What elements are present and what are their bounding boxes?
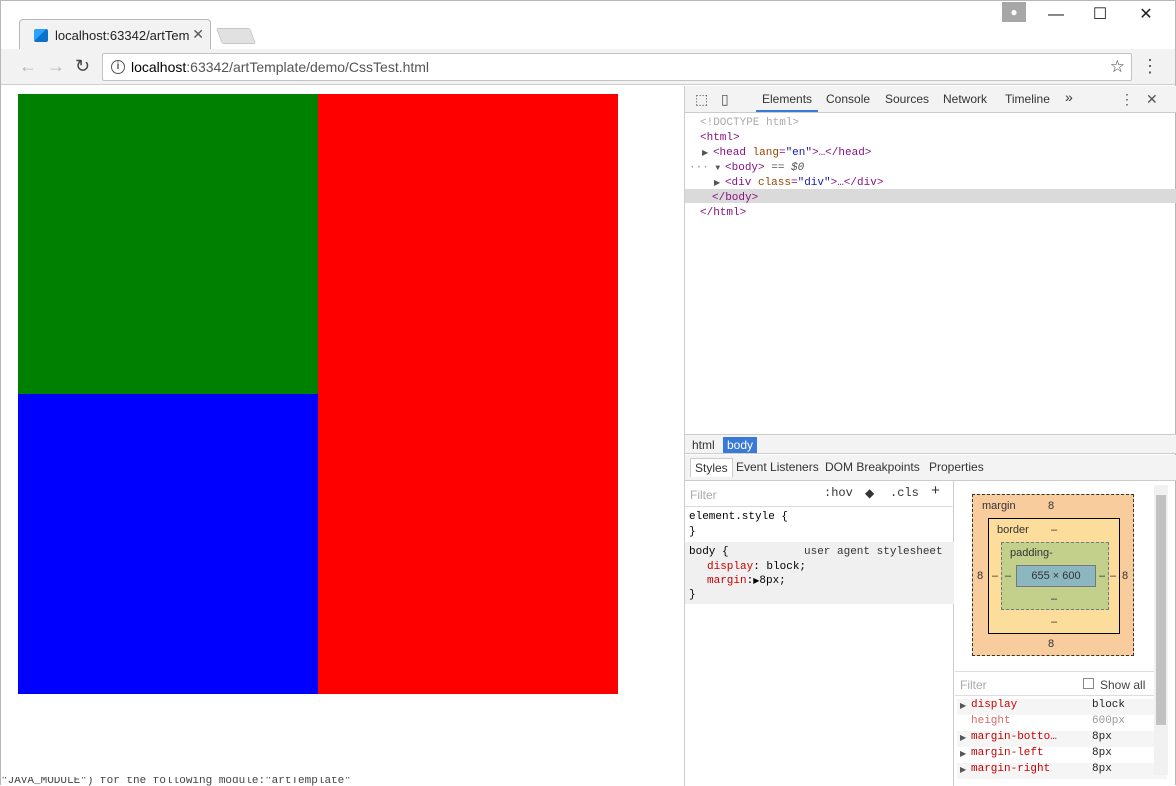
browser-toolbar: ← → ↻ i localhost:63342/artTemplate/demo… xyxy=(1,49,1175,85)
hover-state-button[interactable]: :hov xyxy=(824,486,853,500)
computed-prop-margin-bottom[interactable]: ▶ margin-botto… 8px xyxy=(957,731,1167,747)
computed-styles: Filter Show all ▶ display block height 600p… xyxy=(955,671,1176,786)
body-selector: body { xyxy=(689,546,729,558)
html-node[interactable]: <html> xyxy=(700,131,740,146)
padding-left-value[interactable]: – xyxy=(1005,570,1011,582)
decl-display[interactable]: display: block; xyxy=(707,561,806,573)
tab-title: localhost:63342/artTem xyxy=(55,28,190,43)
padding-right-value[interactable]: – xyxy=(1099,570,1105,582)
body-close-node[interactable]: </body> xyxy=(712,191,758,206)
decl-margin[interactable]: margin:▶8px; xyxy=(707,575,786,587)
styles-pane: Filter :hov ◆ .cls + element.style { } b… xyxy=(685,481,954,786)
tab-network[interactable]: Network xyxy=(943,92,987,106)
computed-prop-display[interactable]: ▶ display block xyxy=(957,699,1167,715)
ua-rule-close: } xyxy=(689,589,696,601)
sidebar-scrollbar[interactable] xyxy=(1154,485,1168,775)
margin-bottom-value[interactable]: 8 xyxy=(1048,638,1054,650)
class-toggle-button[interactable]: .cls xyxy=(890,486,919,500)
border-left-value[interactable]: – xyxy=(992,570,998,582)
selected-node-highlight xyxy=(685,189,1176,203)
tab-sources[interactable]: Sources xyxy=(885,92,929,106)
margin-left-value[interactable]: 8 xyxy=(977,570,983,582)
favicon-icon xyxy=(34,29,48,42)
close-window-button[interactable]: ✕ xyxy=(1131,5,1161,25)
element-style-close: } xyxy=(689,526,696,538)
breadcrumb: html body xyxy=(685,434,1176,454)
head-node[interactable]: ▶ <head lang="en">…</head> xyxy=(702,146,871,161)
element-style-rule[interactable]: element.style { xyxy=(689,511,788,523)
show-all-label: Show all xyxy=(1100,678,1146,692)
reload-icon[interactable]: ↻ xyxy=(75,56,90,76)
devtools-close-icon[interactable]: ✕ xyxy=(1146,91,1158,108)
computed-prop-margin-right[interactable]: ▶ margin-right 8px xyxy=(957,763,1167,779)
breadcrumb-body[interactable]: body xyxy=(723,437,758,453)
info-icon[interactable]: i xyxy=(111,60,125,74)
margin-label: margin xyxy=(982,500,1016,512)
margin-right-value[interactable]: 8 xyxy=(1122,570,1128,582)
breadcrumb-html[interactable]: html xyxy=(688,437,719,453)
more-tabs-icon[interactable]: » xyxy=(1065,89,1073,105)
browser-tab[interactable]: localhost:63342/artTem ✕ xyxy=(19,19,211,49)
tab-styles[interactable]: Styles xyxy=(690,458,733,477)
tab-close-icon[interactable]: ✕ xyxy=(192,26,204,42)
box-model-margin: margin 8 8 8 8 border – – – – padding- –… xyxy=(972,494,1134,656)
border-right-value[interactable]: – xyxy=(1110,570,1116,582)
html-close-node[interactable]: </html> xyxy=(700,206,746,221)
tab-console[interactable]: Console xyxy=(826,92,870,106)
device-toggle-icon[interactable]: ▯ xyxy=(721,91,729,108)
page-viewport xyxy=(1,86,684,786)
user-profile-icon[interactable]: ● xyxy=(1002,2,1026,22)
ua-body-rule: body { user agent stylesheet display: bl… xyxy=(685,542,954,604)
elements-tree: <!DOCTYPE html> <html> ▶ <head lang="en"… xyxy=(685,114,1176,434)
box-model-content[interactable]: 655 × 600 xyxy=(1016,565,1096,587)
computed-filter-input[interactable]: Filter xyxy=(960,678,987,692)
bookmark-star-icon[interactable]: ☆ xyxy=(1110,57,1125,77)
padding-label: padding- xyxy=(1010,547,1053,559)
ua-source-label: user agent stylesheet xyxy=(804,546,943,558)
box-model-border: border – – – – padding- – – – 655 × 600 xyxy=(988,518,1120,634)
active-tab-underline xyxy=(756,110,818,112)
border-bottom-value[interactable]: – xyxy=(1051,616,1057,628)
div-node[interactable]: ▶ <div class="div">…</div> xyxy=(714,176,883,191)
address-bar[interactable]: i localhost:63342/artTemplate/demo/CssTe… xyxy=(102,53,1132,81)
title-bar: localhost:63342/artTem ✕ ● — ☐ ✕ xyxy=(1,1,1175,49)
doctype-node[interactable]: <!DOCTYPE html> xyxy=(700,116,799,131)
color-format-icon[interactable]: ◆ xyxy=(865,486,874,501)
devtools-panel: ⬚ ▯ Elements Console Sources Network Tim… xyxy=(684,86,1176,786)
new-tab-button[interactable] xyxy=(216,28,256,44)
styles-filter-bar: Filter :hov ◆ .cls + xyxy=(685,481,954,507)
maximize-button[interactable]: ☐ xyxy=(1085,5,1115,25)
tab-elements[interactable]: Elements xyxy=(762,92,812,106)
url-text: localhost:63342/artTemplate/demo/CssTest… xyxy=(131,59,430,75)
browser-menu-icon[interactable]: ⋮ xyxy=(1141,57,1159,75)
back-arrow-icon[interactable]: ← xyxy=(19,56,37,76)
show-all-checkbox[interactable] xyxy=(1083,678,1094,689)
border-top-value[interactable]: – xyxy=(1051,524,1057,536)
margin-top-value[interactable]: 8 xyxy=(1048,500,1054,512)
inspect-element-icon[interactable]: ⬚ xyxy=(695,91,708,108)
tab-event-listeners[interactable]: Event Listeners xyxy=(736,460,819,474)
scrollbar-thumb[interactable] xyxy=(1156,495,1166,725)
minimize-button[interactable]: — xyxy=(1041,5,1071,25)
browser-window: localhost:63342/artTem ✕ ● — ☐ ✕ ← → ↻ i… xyxy=(0,0,1176,786)
red-block xyxy=(318,94,618,694)
tab-properties[interactable]: Properties xyxy=(929,460,984,474)
border-label: border xyxy=(997,524,1029,536)
devtools-menu-icon[interactable]: ⋮ xyxy=(1120,91,1134,108)
computed-prop-height[interactable]: height 600px xyxy=(957,715,1167,731)
box-model-padding: padding- – – – 655 × 600 xyxy=(1001,542,1109,610)
padding-bottom-value[interactable]: – xyxy=(1051,593,1057,605)
sidebar-tabs: Styles Event Listeners DOM Breakpoints P… xyxy=(685,455,1176,481)
tab-dom-breakpoints[interactable]: DOM Breakpoints xyxy=(825,460,920,474)
computed-filter-bar: Filter Show all xyxy=(955,671,1155,696)
forward-arrow-icon[interactable]: → xyxy=(47,56,65,76)
green-block xyxy=(18,94,318,394)
new-rule-button[interactable]: + xyxy=(931,483,940,500)
body-node[interactable]: ··· ▼ <body> == $0 xyxy=(689,161,804,176)
styles-filter-input[interactable]: Filter xyxy=(690,488,717,502)
devtools-toolbar: ⬚ ▯ Elements Console Sources Network Tim… xyxy=(685,86,1176,113)
computed-prop-margin-left[interactable]: ▶ margin-left 8px xyxy=(957,747,1167,763)
tab-timeline[interactable]: Timeline xyxy=(1005,92,1050,106)
blue-block xyxy=(18,394,318,694)
